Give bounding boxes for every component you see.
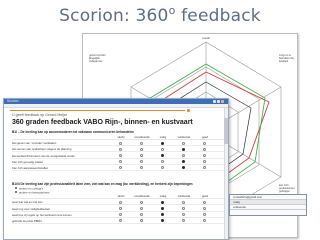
rating-radio[interactable] <box>182 153 185 157</box>
rating-radio[interactable] <box>140 219 143 223</box>
contact-popup: contactinfo@gmail.com matig voldoende <box>229 194 307 216</box>
contact-option[interactable]: voldoende <box>230 205 306 210</box>
brand-logo-icon <box>187 109 190 112</box>
question-text: Kan zich aanpassen/instellen <box>12 165 49 170</box>
rating-radio[interactable] <box>119 219 122 223</box>
form-heading: 360 graden feedback VABO Rijn-, binnen- … <box>12 119 193 126</box>
question-row: Kan zich aanpassen/instellen <box>12 165 224 171</box>
rating-radio[interactable] <box>182 141 185 145</box>
rating-radio[interactable] <box>203 160 206 164</box>
feedback-form-window: Scorion U geeft feedback op Gerard Meije… <box>3 98 229 240</box>
question-block-1: B1i – De leerling kan op accommoderen to… <box>12 130 224 171</box>
rating-radio[interactable] <box>140 166 143 170</box>
rating-radio[interactable] <box>119 160 122 164</box>
rating-radio[interactable] <box>203 153 206 157</box>
rating-radio[interactable] <box>203 147 206 151</box>
scale-label: onvoldoende <box>134 136 150 139</box>
rating-radio[interactable] <box>161 166 164 170</box>
maximize-icon[interactable] <box>217 100 220 103</box>
bullet-icon <box>15 190 17 193</box>
window-titlebar: Scorion <box>4 99 228 104</box>
rating-radio[interactable] <box>119 213 122 217</box>
question-block-2: B1i/ii De leerling kan zijn professional… <box>12 182 224 224</box>
rating-radio[interactable] <box>161 200 164 204</box>
rating-radio[interactable] <box>119 141 122 145</box>
rating-radio[interactable] <box>182 166 185 170</box>
minimize-icon[interactable] <box>213 100 216 103</box>
radar-axis-label-profile: gezond profiel Mogelijke collegaman <box>89 54 106 63</box>
close-icon[interactable] <box>221 100 224 103</box>
rating-radio[interactable] <box>140 153 143 157</box>
slide-title: Scorion: 360o feedback <box>0 4 320 26</box>
form-subtitle: U geeft feedback op Gerard Meijer <box>12 113 68 117</box>
rating-radio[interactable] <box>140 141 143 145</box>
rating-radio[interactable] <box>119 206 122 210</box>
slide-title-main: Scorion: 360 <box>59 6 169 26</box>
rating-radio[interactable] <box>140 147 143 151</box>
rating-radio[interactable] <box>161 206 164 210</box>
rating-radio[interactable] <box>161 160 164 164</box>
rating-radio[interactable] <box>203 141 206 145</box>
rating-radio[interactable] <box>203 200 206 204</box>
question-text: gebruikt de juiste PBM's <box>12 218 42 223</box>
scrollbar-thumb[interactable] <box>224 118 228 144</box>
rating-radio[interactable] <box>140 200 143 204</box>
rating-radio[interactable] <box>119 200 122 204</box>
rating-radio[interactable] <box>182 147 185 151</box>
scale-label: slecht <box>117 136 125 139</box>
rating-radio[interactable] <box>161 141 164 145</box>
rating-radio[interactable] <box>119 153 122 157</box>
scale-label: voldoende <box>177 195 191 199</box>
scrollbar[interactable] <box>224 108 228 239</box>
rating-radio[interactable] <box>161 147 164 151</box>
question-row: gebruikt de juiste PBM's <box>12 218 224 224</box>
slide-title-tail: feedback <box>175 6 261 26</box>
rating-radio[interactable] <box>161 153 164 157</box>
form-page: U geeft feedback op Gerard Meijer 360 gr… <box>4 108 228 239</box>
scale-label: goed <box>202 195 208 199</box>
scale-label: goed <box>202 136 208 139</box>
question-text: Het werken/informeren van de voorgesteld… <box>12 153 75 158</box>
scale-label: matig <box>159 136 167 139</box>
brand-divider <box>10 110 185 111</box>
rating-radio[interactable] <box>182 206 185 210</box>
question-text: weet nog over veiligheidseisen <box>12 206 51 211</box>
slide-title-degree: o <box>168 4 176 17</box>
rating-radio[interactable] <box>182 200 185 204</box>
radar-axis-label-quality: zorgt en is betrokken bij kwaliteit <box>279 54 294 63</box>
scale-label: onvoldoende <box>134 195 150 199</box>
rating-radio[interactable] <box>161 213 164 217</box>
radar-axis-label-overall: overall <box>202 37 210 40</box>
rating-radio[interactable] <box>161 219 164 223</box>
rating-radio[interactable] <box>140 213 143 217</box>
question-text: Kan zich gevoelig maken <box>12 159 44 164</box>
rating-radio[interactable] <box>203 213 206 217</box>
rating-radio[interactable] <box>203 206 206 210</box>
rating-radio[interactable] <box>119 147 122 151</box>
rating-radio[interactable] <box>182 160 185 164</box>
bullet-icon <box>15 187 17 189</box>
scale-label: slecht <box>117 195 125 199</box>
rating-radio[interactable] <box>203 219 206 223</box>
scale-label: voldoende <box>177 136 191 139</box>
question-text: Het nemen van opdrachten volgens de plan… <box>12 147 72 152</box>
window-title: Scorion <box>7 99 19 103</box>
rating-radio[interactable] <box>119 166 122 170</box>
question-text: Het geven van “normale” werktaken <box>12 141 57 146</box>
rating-radio[interactable] <box>140 206 143 210</box>
rating-radio[interactable] <box>203 166 206 170</box>
rating-radio[interactable] <box>140 160 143 164</box>
scale-label: matig <box>159 195 167 199</box>
rating-radio[interactable] <box>182 219 185 223</box>
question-text: weet wat wel en niet kan <box>12 200 43 205</box>
rating-radio[interactable] <box>182 213 185 217</box>
question-text: weet hoe zij regels op het werkveld na t… <box>12 212 72 217</box>
question-title-2: B1i/ii De leerling kan zijn professional… <box>12 182 193 186</box>
radar-axis-label-professional: kan zich professioneel gedragen <box>279 184 295 193</box>
